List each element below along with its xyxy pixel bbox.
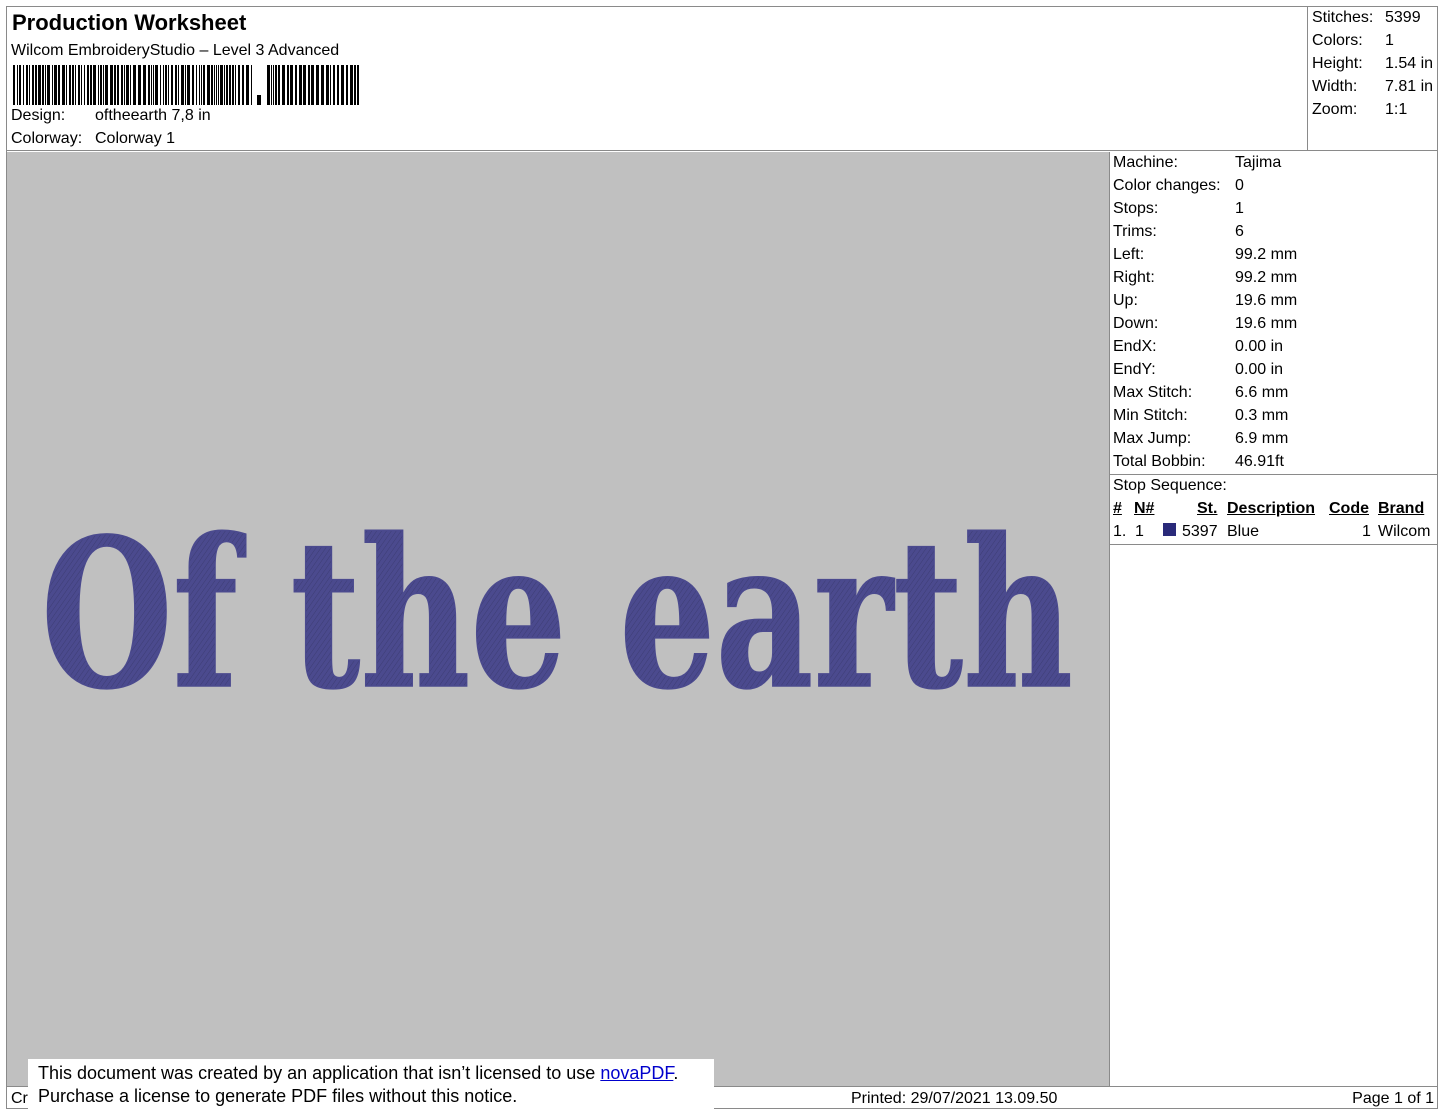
info-row: Min Stitch: 0.3 mm <box>1113 407 1288 425</box>
info-label: EndX: <box>1113 338 1157 355</box>
stitches-label: Stitches: <box>1312 9 1374 26</box>
info-row: Stops: 1 <box>1113 200 1244 218</box>
info-label: Max Jump: <box>1113 430 1192 447</box>
info-row: EndY: 0.00 in <box>1113 361 1283 379</box>
notice-line-2: Purchase a license to generate PDF files… <box>38 1086 518 1106</box>
software-subtitle: Wilcom EmbroideryStudio – Level 3 Advanc… <box>11 42 340 59</box>
info-value: 99.2 mm <box>1235 269 1298 286</box>
info-row: Machine: Tajima <box>1113 154 1281 172</box>
width-value: 7.81 in <box>1385 78 1434 95</box>
design-text: Of the earth <box>41 495 1073 735</box>
col-header-description: Description <box>1227 500 1316 517</box>
info-row: Total Bobbin: 46.91ft <box>1113 453 1284 471</box>
worksheet-header: Production Worksheet Wilcom EmbroiderySt… <box>7 7 1307 151</box>
page-title: Production Worksheet <box>12 10 247 35</box>
embroidery-design: Of the earth <box>40 494 1074 736</box>
col-header-num: # <box>1113 500 1122 517</box>
info-value: 0.00 in <box>1235 361 1284 378</box>
barcode-image <box>13 65 359 105</box>
row-stitches: 5397 <box>1182 523 1218 540</box>
info-row: Color changes: 0 <box>1113 177 1244 195</box>
info-label: Max Stitch: <box>1113 384 1193 401</box>
novapdf-link[interactable]: novaPDF <box>600 1063 673 1083</box>
width-stat: Width: 7.81 in <box>1312 78 1433 96</box>
stitches-stat: Stitches: 5399 <box>1312 9 1421 27</box>
footer-left-text: Cr <box>11 1090 28 1107</box>
design-value: oftheearth 7,8 in <box>95 107 211 124</box>
colorway-label: Colorway: <box>11 130 83 147</box>
info-value: 0 <box>1235 177 1244 194</box>
info-value: 6.6 mm <box>1235 384 1289 401</box>
notice-suffix: . <box>673 1063 679 1083</box>
info-value: 19.6 mm <box>1235 292 1298 309</box>
colors-stat: Colors: 1 <box>1312 32 1394 50</box>
printed-date: Printed: 29/07/2021 13.09.50 <box>851 1090 1058 1107</box>
zoom-label: Zoom: <box>1312 101 1358 118</box>
stitches-value: 5399 <box>1385 9 1421 26</box>
info-value: 99.2 mm <box>1235 246 1298 263</box>
row-description: Blue <box>1227 523 1260 540</box>
row-n: 1 <box>1135 523 1144 540</box>
colors-value: 1 <box>1385 32 1394 49</box>
row-brand: Wilcom <box>1378 523 1431 540</box>
info-value: Tajima <box>1235 154 1282 171</box>
height-value: 1.54 in <box>1385 55 1434 72</box>
info-value: 0.00 in <box>1235 338 1284 355</box>
summary-stats: Stitches: 5399 Colors: 1 Height: 1.54 in Wi… <box>1307 7 1438 151</box>
notice-line-1: This document was created by an applicat… <box>38 1062 714 1085</box>
info-label: Up: <box>1113 292 1138 309</box>
row-code: 1 <box>1362 523 1371 540</box>
info-value: 6.9 mm <box>1235 430 1289 447</box>
info-label: Trims: <box>1113 223 1157 240</box>
info-value: 1 <box>1235 200 1244 217</box>
height-stat: Height: 1.54 in <box>1312 55 1433 73</box>
col-header-st: St. <box>1197 500 1218 517</box>
zoom-value: 1:1 <box>1385 101 1408 118</box>
info-row: Right: 99.2 mm <box>1113 269 1297 287</box>
info-value: 6 <box>1235 223 1244 240</box>
zoom-stat: Zoom: 1:1 <box>1312 101 1407 119</box>
info-label: Left: <box>1113 246 1145 263</box>
stop-sequence-title: Stop Sequence: <box>1113 477 1227 494</box>
info-row: Up: 19.6 mm <box>1113 292 1297 310</box>
info-row: Max Jump: 6.9 mm <box>1113 430 1288 448</box>
height-label: Height: <box>1312 55 1363 72</box>
info-label: Down: <box>1113 315 1159 332</box>
colorway-value: Colorway 1 <box>95 130 176 147</box>
info-value: 46.91ft <box>1235 453 1284 470</box>
info-row: Max Stitch: 6.6 mm <box>1113 384 1288 402</box>
info-label: Total Bobbin: <box>1113 453 1206 470</box>
row-num: 1. <box>1113 523 1127 540</box>
design-preview: Of the earth <box>7 152 1110 1086</box>
design-label: Design: <box>11 107 66 124</box>
divider <box>1110 544 1438 545</box>
notice-prefix: This document was created by an applicat… <box>38 1063 601 1083</box>
info-row: Trims: 6 <box>1113 223 1244 241</box>
machine-info-panel: Machine: Tajima Color changes: 0 Stops: 1 Trim… <box>1110 152 1438 1086</box>
info-label: Stops: <box>1113 200 1159 217</box>
colorway-row: Colorway: Colorway 1 <box>11 130 175 148</box>
info-label: Machine: <box>1113 154 1178 171</box>
colors-label: Colors: <box>1312 32 1363 49</box>
info-row: Down: 19.6 mm <box>1113 315 1297 333</box>
design-row: Design: oftheearth 7,8 in <box>11 107 211 125</box>
info-label: EndY: <box>1113 361 1156 378</box>
col-header-n: N# <box>1134 500 1155 517</box>
info-row: EndX: 0.00 in <box>1113 338 1283 356</box>
license-notice: This document was created by an applicat… <box>28 1059 714 1111</box>
info-label: Color changes: <box>1113 177 1221 194</box>
info-value: 19.6 mm <box>1235 315 1298 332</box>
col-header-code: Code <box>1329 500 1369 517</box>
info-label: Right: <box>1113 269 1155 286</box>
color-swatch <box>1163 523 1176 536</box>
col-header-brand: Brand <box>1378 500 1425 517</box>
info-label: Min Stitch: <box>1113 407 1188 424</box>
info-row: Left: 99.2 mm <box>1113 246 1297 264</box>
info-value: 0.3 mm <box>1235 407 1289 424</box>
width-label: Width: <box>1312 78 1358 95</box>
page-number: Page 1 of 1 <box>1352 1090 1434 1107</box>
divider <box>1110 474 1438 475</box>
